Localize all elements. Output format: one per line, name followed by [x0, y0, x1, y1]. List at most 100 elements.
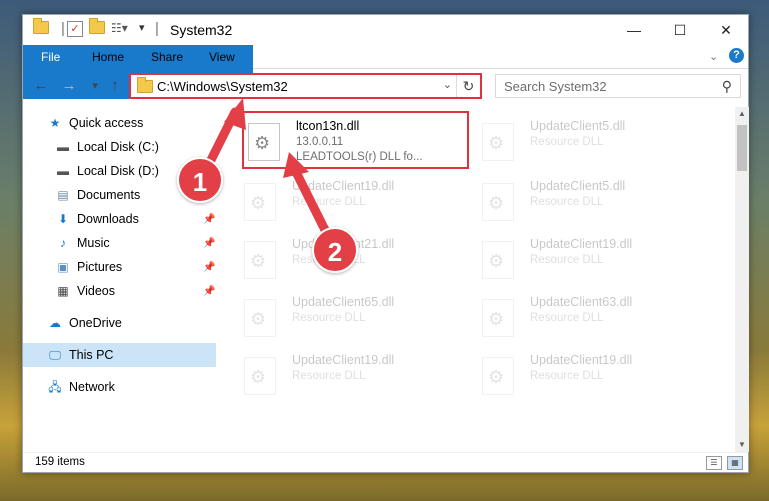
- large-icons-view-icon[interactable]: ▦: [727, 456, 743, 470]
- sidebar-item-label: OneDrive: [69, 316, 122, 330]
- file-item[interactable]: UpdateClient19.dll Resource DLL: [478, 347, 708, 401]
- help-icon[interactable]: ?: [729, 48, 744, 63]
- dll-file-icon: [244, 299, 276, 337]
- file-name: UpdateClient5.dll: [530, 179, 626, 193]
- sidebar-item-label: Quick access: [69, 116, 144, 130]
- item-count: 159 items: [35, 456, 85, 468]
- sidebar-item-label: Local Disk (D:): [77, 164, 159, 178]
- file-item[interactable]: UpdateClient63.dll Resource DLL: [478, 289, 708, 343]
- pin-icon: 📌: [203, 261, 216, 273]
- divider: |: [61, 20, 65, 37]
- sidebar-item-label: This PC: [69, 348, 114, 362]
- details-view-icon[interactable]: ☰: [706, 456, 722, 470]
- forward-button[interactable]: →: [59, 76, 79, 96]
- drive-icon: ▬: [57, 140, 69, 154]
- file-description: Resource DLL: [530, 136, 604, 148]
- file-description: Resource DLL: [530, 254, 604, 266]
- navigation-bar: ← → ▾ ↑ C:\Windows\System32 ⌄ ↻ Search S…: [23, 71, 748, 101]
- file-item[interactable]: UpdateClient19.dll Resource DLL: [240, 347, 470, 401]
- file-item[interactable]: UpdateClient19.dll Resource DLL: [240, 173, 470, 227]
- sidebar-item-network[interactable]: 🖧 Network: [47, 375, 207, 399]
- dll-file-icon: [482, 123, 514, 161]
- sidebar-item-label: Music: [77, 236, 110, 250]
- folder-icon: [33, 18, 49, 39]
- sidebar-item-label: Videos: [77, 284, 115, 298]
- sidebar-item-quick-access[interactable]: ★ Quick access: [47, 111, 207, 135]
- dll-file-icon: [482, 183, 514, 221]
- chevron-down-icon[interactable]: ⌄: [443, 78, 452, 91]
- dll-file-icon: [482, 241, 514, 279]
- tab-home[interactable]: Home: [78, 45, 138, 69]
- file-name: UpdateClient65.dll: [292, 295, 395, 309]
- file-item[interactable]: UpdateClient5.dll Resource DLL: [478, 113, 708, 167]
- search-icon: ⚲: [721, 78, 732, 94]
- pin-icon: 📌: [203, 213, 216, 225]
- close-button[interactable]: ✕: [703, 15, 749, 45]
- search-box[interactable]: Search System32 ⚲: [495, 74, 741, 98]
- refresh-button[interactable]: ↻: [456, 75, 480, 97]
- tab-share[interactable]: Share: [137, 45, 197, 69]
- scroll-down-icon[interactable]: ▼: [735, 438, 749, 452]
- file-item[interactable]: UpdateClient5.dll Resource DLL: [478, 173, 708, 227]
- file-name: UpdateClient19.dll: [530, 353, 633, 367]
- pin-icon: 📌: [203, 285, 216, 297]
- file-item[interactable]: UpdateClient65.dll Resource DLL: [240, 289, 470, 343]
- dll-file-icon: [482, 299, 514, 337]
- sidebar-item-videos[interactable]: ▦ Videos 📌: [55, 279, 215, 303]
- tab-view[interactable]: View: [195, 45, 249, 69]
- download-icon: ⬇: [57, 212, 69, 226]
- sidebar-item-label: Downloads: [77, 212, 139, 226]
- window-title: System32: [170, 22, 233, 38]
- file-description: Resource DLL: [292, 196, 366, 208]
- file-item[interactable]: UpdateClient19.dll Resource DLL: [478, 231, 708, 285]
- title-bar: | ✓ ☷▾ ▾ | System32 — ☐ ✕: [23, 15, 748, 45]
- scroll-up-icon[interactable]: ▲: [735, 107, 749, 121]
- sidebar-item-onedrive[interactable]: ☁ OneDrive: [47, 311, 207, 335]
- customize-quick-access-icon[interactable]: ☷▾: [111, 21, 128, 39]
- file-description: Resource DLL: [530, 312, 604, 324]
- scroll-thumb[interactable]: [737, 125, 747, 171]
- address-bar[interactable]: C:\Windows\System32 ⌄ ↻: [129, 73, 482, 99]
- file-name: UpdateClient19.dll: [292, 179, 395, 193]
- up-button[interactable]: ↑: [105, 76, 125, 96]
- back-button[interactable]: ←: [31, 76, 51, 96]
- new-folder-icon[interactable]: [89, 18, 105, 39]
- pictures-icon: ▣: [57, 260, 69, 274]
- status-bar: 159 items ☰ ▦: [23, 452, 748, 473]
- file-description: Resource DLL: [292, 312, 366, 324]
- sidebar-item-music[interactable]: ♪ Music 📌: [55, 231, 215, 255]
- file-name: UpdateClient63.dll: [530, 295, 633, 309]
- sidebar-item-this-pc[interactable]: 🖵 This PC: [23, 343, 216, 367]
- music-icon: ♪: [60, 236, 66, 250]
- dll-file-icon: [482, 357, 514, 395]
- dll-file-icon: [244, 357, 276, 395]
- chevron-down-icon[interactable]: ▾: [139, 21, 145, 39]
- file-description: Resource DLL: [530, 370, 604, 382]
- recent-locations-button[interactable]: ▾: [85, 76, 105, 96]
- file-name: UpdateClient5.dll: [530, 119, 626, 133]
- chevron-down-icon[interactable]: ⌄: [709, 50, 718, 63]
- folder-icon: [137, 77, 153, 96]
- address-path[interactable]: C:\Windows\System32: [157, 79, 288, 94]
- star-icon: ★: [49, 116, 61, 130]
- ribbon-tabs: File Home Share View ⌄ ?: [23, 45, 748, 99]
- network-icon: 🖧: [48, 380, 62, 394]
- sidebar-item-label: Network: [69, 380, 115, 394]
- vertical-scrollbar[interactable]: ▲ ▼: [735, 107, 749, 452]
- file-description: Resource DLL: [530, 196, 604, 208]
- sidebar-item-pictures[interactable]: ▣ Pictures 📌: [55, 255, 215, 279]
- properties-icon[interactable]: ✓: [67, 21, 83, 37]
- sidebar-item-downloads[interactable]: ⬇ Downloads 📌: [55, 207, 215, 231]
- sidebar-item-local-disk-c[interactable]: ▬ Local Disk (C:): [55, 135, 207, 159]
- documents-icon: ▤: [57, 188, 69, 202]
- minimize-button[interactable]: —: [611, 15, 657, 45]
- video-icon: ▦: [57, 284, 69, 298]
- computer-icon: 🖵: [49, 348, 61, 362]
- pin-icon: 📌: [203, 237, 216, 249]
- sidebar-item-label: Documents: [77, 188, 141, 202]
- maximize-button[interactable]: ☐: [657, 15, 703, 45]
- cloud-icon: ☁: [49, 316, 61, 330]
- divider: |: [155, 20, 159, 37]
- file-item-ltcon13n[interactable]: ltcon13n.dll 13.0.0.11 LEADTOOLS(r) DLL …: [242, 111, 469, 169]
- search-input[interactable]: Search System32: [504, 79, 607, 94]
